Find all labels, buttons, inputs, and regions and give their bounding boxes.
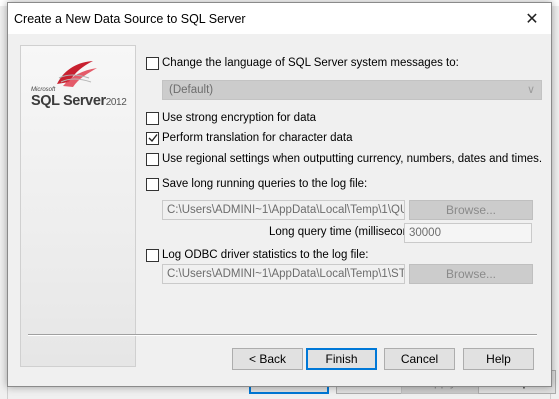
change-language-option[interactable]: Change the language of SQL Server system… (146, 55, 459, 71)
sql-server-logo-icon (57, 61, 97, 87)
sql-server-banner: Microsoft SQL Server2012 (20, 45, 136, 367)
regional-settings-checkbox[interactable] (146, 152, 159, 166)
long-queries-path-field: C:\Users\ADMINI~1\AppData\Local\Temp\1\Q… (162, 200, 405, 220)
long-queries-browse-button: Browse... (409, 200, 533, 220)
query-time-value: 30000 (409, 227, 441, 239)
regional-settings-label: Use regional settings when outputting cu… (162, 153, 543, 165)
long-queries-path-value: C:\Users\ADMINI~1\AppData\Local\Temp\1\Q… (167, 204, 405, 216)
long-queries-option[interactable]: Save long running queries to the log fil… (146, 176, 367, 192)
odbc-stats-path-value: C:\Users\ADMINI~1\AppData\Local\Temp\1\S… (167, 268, 405, 280)
change-language-label: Change the language of SQL Server system… (162, 57, 459, 69)
title-bar: Create a New Data Source to SQL Server ✕ (8, 3, 551, 34)
close-icon[interactable]: ✕ (521, 8, 543, 30)
long-queries-checkbox[interactable] (146, 177, 159, 191)
strong-encryption-option[interactable]: Use strong encryption for data (146, 110, 316, 126)
translation-option[interactable]: Perform translation for character data (146, 130, 352, 146)
regional-settings-option[interactable]: Use regional settings when outputting cu… (146, 151, 542, 167)
help-button[interactable]: Help (463, 348, 534, 370)
back-button[interactable]: < Back (232, 348, 303, 370)
checkmark-icon (148, 134, 158, 143)
dialog-title: Create a New Data Source to SQL Server (14, 12, 246, 26)
odbc-stats-option[interactable]: Log ODBC driver statistics to the log fi… (146, 247, 368, 263)
odbc-stats-browse-button: Browse... (409, 264, 533, 284)
strong-encryption-label: Use strong encryption for data (162, 112, 317, 124)
separator (28, 334, 537, 336)
odbc-stats-path-field: C:\Users\ADMINI~1\AppData\Local\Temp\1\S… (162, 264, 405, 284)
language-select: (Default) ∨ (162, 80, 542, 100)
change-language-checkbox[interactable] (146, 56, 159, 70)
translation-checkbox[interactable] (146, 131, 159, 145)
product-brand: SQL Server (31, 93, 106, 109)
language-select-value: (Default) (169, 84, 214, 96)
finish-button[interactable]: Finish (306, 348, 377, 370)
translation-label: Perform translation for character data (162, 132, 353, 144)
create-data-source-dialog: Create a New Data Source to SQL Server ✕… (7, 2, 552, 387)
product-name: SQL Server2012 (31, 93, 127, 109)
cancel-button[interactable]: Cancel (384, 348, 455, 370)
odbc-stats-label: Log ODBC driver statistics to the log fi… (162, 249, 369, 261)
chevron-down-icon: ∨ (526, 84, 535, 96)
long-queries-label: Save long running queries to the log fil… (162, 178, 368, 190)
query-time-field: 30000 (404, 223, 532, 243)
product-version: 2012 (105, 97, 127, 108)
strong-encryption-checkbox[interactable] (146, 111, 159, 125)
odbc-stats-checkbox[interactable] (146, 248, 159, 262)
